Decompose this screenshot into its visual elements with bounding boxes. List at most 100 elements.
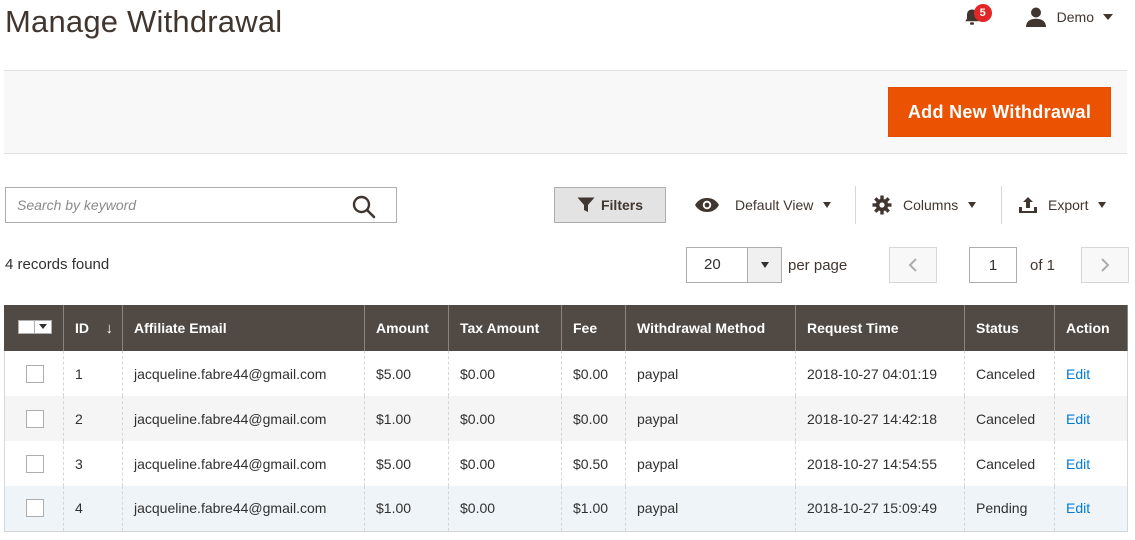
chevron-down-icon — [1098, 202, 1107, 208]
cell-tax-amount: $0.00 — [448, 396, 562, 441]
cell-withdrawal-method: paypal — [625, 486, 796, 532]
cell-fee: $0.00 — [561, 396, 626, 441]
chevron-down-icon — [39, 324, 47, 329]
column-header-withdrawal-method[interactable]: Withdrawal Method — [625, 305, 796, 351]
chevron-right-icon — [1101, 258, 1110, 272]
page-total-label: of 1 — [1030, 257, 1056, 274]
edit-link[interactable]: Edit — [1066, 500, 1090, 516]
table-row: 2 jacqueline.fabre44@gmail.com $1.00 $0.… — [4, 396, 1128, 441]
edit-link[interactable]: Edit — [1066, 456, 1090, 472]
cell-status: Canceled — [964, 441, 1055, 486]
table-row: 4 jacqueline.fabre44@gmail.com $1.00 $0.… — [4, 486, 1128, 532]
page-title: Manage Withdrawal — [5, 4, 283, 39]
view-label: Default View — [735, 197, 814, 213]
column-header-affiliate-email[interactable]: Affiliate Email — [122, 305, 365, 351]
cell-status: Pending — [964, 486, 1055, 532]
cell-tax-amount: $0.00 — [448, 486, 562, 532]
records-found: 4 records found — [5, 256, 110, 273]
cell-affiliate-email: jacqueline.fabre44@gmail.com — [122, 396, 365, 441]
per-page-dropdown-button[interactable] — [747, 248, 781, 282]
cell-withdrawal-method: paypal — [625, 396, 796, 441]
view-selector[interactable]: Default View — [694, 187, 832, 223]
column-header-id[interactable]: ID ↓ — [63, 305, 123, 351]
column-header-action: Action — [1054, 305, 1128, 351]
cell-fee: $0.50 — [561, 441, 626, 486]
cell-request-time: 2018-10-27 14:54:55 — [795, 441, 965, 486]
column-header-request-time[interactable]: Request Time — [795, 305, 965, 351]
user-menu[interactable]: Demo — [1025, 7, 1113, 27]
cell-status: Canceled — [964, 396, 1055, 441]
search-input[interactable] — [6, 188, 336, 222]
cell-request-time: 2018-10-27 15:09:49 — [795, 486, 965, 532]
row-checkbox[interactable] — [26, 409, 44, 428]
row-checkbox[interactable] — [26, 364, 44, 383]
cell-fee: $1.00 — [561, 486, 626, 532]
row-checkbox[interactable] — [26, 454, 44, 473]
chevron-left-icon — [908, 258, 917, 272]
cell-fee: $0.00 — [561, 351, 626, 396]
add-new-withdrawal-button[interactable]: Add New Withdrawal — [888, 87, 1111, 137]
cell-status: Canceled — [964, 351, 1055, 396]
toolbar-divider — [1001, 186, 1002, 224]
mass-select-checkbox — [18, 319, 35, 334]
chevron-down-icon — [823, 202, 832, 208]
cell-amount: $1.00 — [364, 396, 449, 441]
cell-affiliate-email: jacqueline.fabre44@gmail.com — [122, 351, 365, 396]
withdrawal-grid: ID ↓ Affiliate Email Amount Tax Amount Fe… — [4, 305, 1128, 532]
export-icon — [1019, 197, 1037, 213]
cell-request-time: 2018-10-27 04:01:19 — [795, 351, 965, 396]
user-name: Demo — [1056, 9, 1094, 25]
cell-request-time: 2018-10-27 14:42:18 — [795, 396, 965, 441]
cell-id: 3 — [63, 441, 123, 486]
cell-withdrawal-method: paypal — [625, 441, 796, 486]
export-selector[interactable]: Export — [1018, 187, 1107, 223]
filters-button[interactable]: Filters — [554, 187, 666, 223]
column-header-amount[interactable]: Amount — [364, 305, 449, 351]
cell-tax-amount: $0.00 — [448, 351, 562, 396]
table-row: 3 jacqueline.fabre44@gmail.com $5.00 $0.… — [4, 441, 1128, 486]
cell-tax-amount: $0.00 — [448, 441, 562, 486]
user-icon — [1025, 7, 1046, 27]
next-page-button[interactable] — [1081, 247, 1129, 283]
page-number-input[interactable] — [969, 247, 1017, 283]
search-icon[interactable] — [352, 195, 376, 222]
per-page-select[interactable]: 20 — [686, 247, 782, 283]
cell-id: 1 — [63, 351, 123, 396]
per-page-label: per page — [788, 257, 848, 274]
grid-header-row: ID ↓ Affiliate Email Amount Tax Amount Fe… — [4, 305, 1128, 351]
cell-id: 4 — [63, 486, 123, 532]
toolbar-divider — [855, 186, 856, 224]
cell-amount: $5.00 — [364, 351, 449, 396]
cell-id: 2 — [63, 396, 123, 441]
notifications-badge: 5 — [973, 4, 992, 22]
column-header-label: ID — [75, 319, 89, 336]
notifications-button[interactable]: 5 — [963, 4, 992, 28]
sort-arrow-icon: ↓ — [105, 319, 114, 337]
per-page-value: 20 — [704, 256, 721, 273]
columns-label: Columns — [903, 197, 959, 213]
chevron-down-icon — [968, 202, 977, 208]
search-box — [5, 187, 397, 223]
cell-amount: $1.00 — [364, 486, 449, 532]
filter-icon — [577, 197, 595, 212]
column-header-fee[interactable]: Fee — [561, 305, 626, 351]
chevron-down-icon — [1103, 14, 1113, 20]
chevron-down-icon — [760, 262, 769, 268]
edit-link[interactable]: Edit — [1066, 411, 1090, 427]
cell-affiliate-email: jacqueline.fabre44@gmail.com — [122, 441, 365, 486]
cell-withdrawal-method: paypal — [625, 351, 796, 396]
mass-select-header — [4, 305, 64, 351]
gear-icon — [872, 195, 892, 215]
column-header-tax-amount[interactable]: Tax Amount — [448, 305, 562, 351]
edit-link[interactable]: Edit — [1066, 366, 1090, 382]
row-checkbox[interactable] — [26, 499, 44, 518]
columns-selector[interactable]: Columns — [872, 187, 977, 223]
export-label: Export — [1048, 197, 1089, 213]
cell-affiliate-email: jacqueline.fabre44@gmail.com — [122, 486, 365, 532]
column-header-status[interactable]: Status — [964, 305, 1055, 351]
header-actions: 5 Demo — [963, 4, 1113, 28]
filters-label: Filters — [600, 197, 643, 213]
cell-amount: $5.00 — [364, 441, 449, 486]
mass-select-dropdown[interactable] — [18, 319, 52, 334]
previous-page-button[interactable] — [889, 247, 937, 283]
